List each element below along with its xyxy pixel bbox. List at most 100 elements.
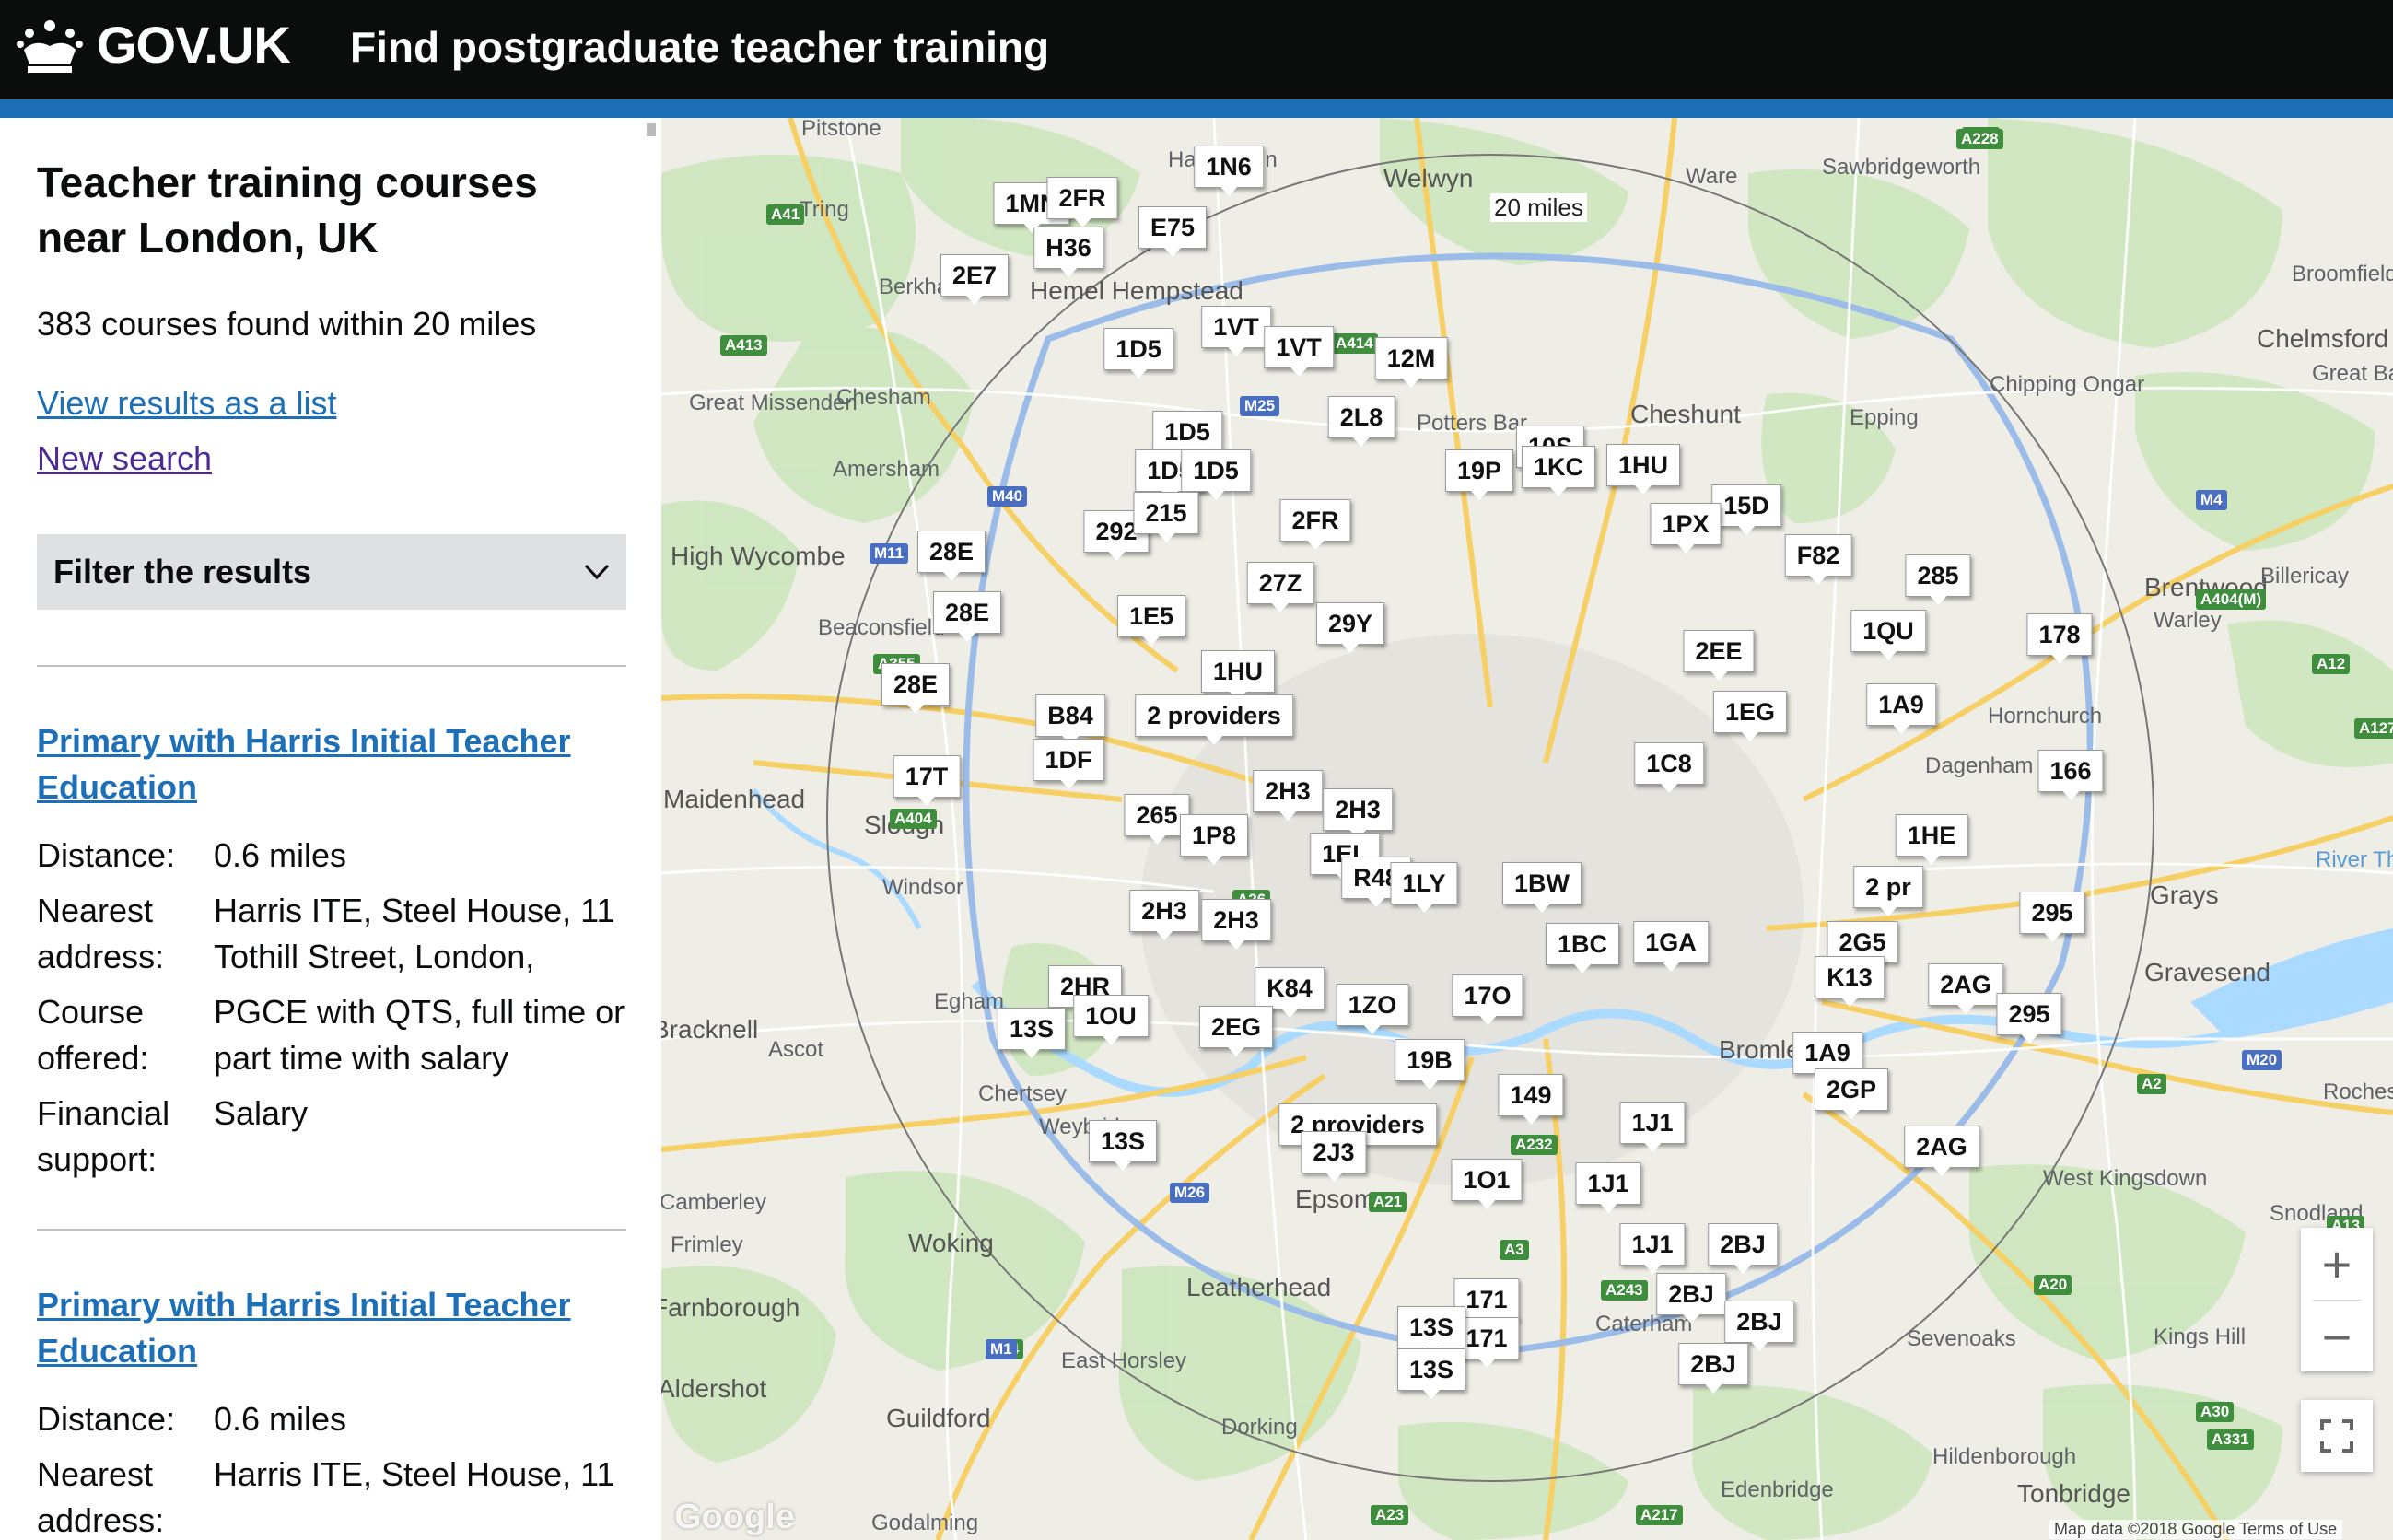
map-marker[interactable]: 2AG bbox=[1928, 963, 2003, 1014]
filter-toggle[interactable]: Filter the results bbox=[37, 534, 626, 610]
map-marker[interactable]: 1OU bbox=[1073, 995, 1149, 1045]
map-marker[interactable]: 13S bbox=[1088, 1120, 1158, 1171]
result-title-link[interactable]: Primary with Harris Initial Teacher Educ… bbox=[37, 718, 626, 811]
map-marker[interactable]: 15D bbox=[1711, 484, 1781, 535]
sidebar-scrollbar[interactable] bbox=[647, 123, 656, 136]
map-marker[interactable]: 2BJ bbox=[1656, 1273, 1726, 1324]
map-marker[interactable]: 2H3 bbox=[1201, 899, 1271, 950]
map-marker[interactable]: 2J3 bbox=[1301, 1131, 1367, 1182]
place-label: Camberley bbox=[661, 1190, 767, 1215]
map-marker[interactable]: 1J1 bbox=[1619, 1223, 1686, 1274]
map-marker[interactable]: 2AG bbox=[1904, 1126, 1979, 1176]
site-header: GOV.UK Find postgraduate teacher trainin… bbox=[0, 0, 2393, 99]
place-label: Warley bbox=[2154, 608, 2222, 633]
result-details: Distance: 0.6 miles Nearest address: Har… bbox=[37, 833, 626, 1183]
radius-label: 20 miles bbox=[1490, 193, 1587, 222]
map-marker[interactable]: 28E bbox=[881, 663, 951, 714]
map-marker[interactable]: 13S bbox=[1396, 1306, 1466, 1357]
map-marker[interactable]: 2GP bbox=[1814, 1068, 1889, 1119]
map-marker[interactable]: 1D5 bbox=[1181, 449, 1251, 500]
map-marker[interactable]: 1P8 bbox=[1179, 814, 1249, 865]
map-marker[interactable]: 1KC bbox=[1521, 446, 1596, 496]
govuk-logo[interactable]: GOV.UK bbox=[97, 15, 291, 75]
map-marker[interactable]: 2 providers bbox=[1135, 694, 1293, 745]
map-marker[interactable]: 1HU bbox=[1200, 650, 1276, 701]
zoom-out-button[interactable]: − bbox=[2301, 1301, 2373, 1372]
map-marker[interactable]: F82 bbox=[1784, 534, 1852, 585]
map-marker[interactable]: 2H3 bbox=[1323, 788, 1393, 839]
map-marker[interactable]: 29Y bbox=[1315, 602, 1385, 653]
map-marker[interactable]: 1BC bbox=[1545, 923, 1620, 974]
map-marker[interactable]: 1A9 bbox=[1866, 683, 1936, 734]
result-title-link[interactable]: Primary with Harris Initial Teacher Educ… bbox=[37, 1282, 626, 1374]
map-marker[interactable]: K13 bbox=[1815, 956, 1885, 1007]
map-marker[interactable]: 2 pr bbox=[1853, 866, 1923, 916]
detail-value: Salary bbox=[214, 1094, 309, 1132]
view-list-link[interactable]: View results as a list bbox=[37, 383, 626, 424]
map-marker[interactable]: 2BJ bbox=[1678, 1343, 1748, 1394]
map-marker[interactable]: 2E7 bbox=[940, 254, 1010, 305]
map-marker[interactable]: 1J1 bbox=[1619, 1102, 1686, 1152]
fullscreen-button[interactable] bbox=[2301, 1400, 2373, 1472]
map-marker[interactable]: 2BJ bbox=[1708, 1223, 1778, 1274]
map-marker[interactable]: 17O bbox=[1452, 974, 1523, 1025]
map-marker[interactable]: 1D5 bbox=[1103, 328, 1173, 379]
map-marker[interactable]: 12M bbox=[1374, 337, 1448, 388]
google-logo[interactable]: Google bbox=[674, 1498, 795, 1537]
map-marker[interactable]: 13S bbox=[997, 1008, 1067, 1058]
map-marker[interactable]: 28E bbox=[932, 591, 1002, 642]
map-marker[interactable]: 215 bbox=[1133, 492, 1199, 542]
map-marker[interactable]: 2EG bbox=[1198, 1006, 1274, 1056]
map-marker[interactable]: 1QU bbox=[1850, 610, 1926, 660]
map-attribution[interactable]: Map data ©2018 Google Terms of Use bbox=[2049, 1520, 2343, 1539]
map-marker[interactable]: 2EE bbox=[1683, 630, 1755, 681]
map-marker[interactable]: 178 bbox=[2026, 613, 2093, 664]
place-label: Gravesend bbox=[2144, 958, 2270, 986]
map-marker[interactable]: 1VT bbox=[1264, 326, 1334, 377]
map-marker[interactable]: E75 bbox=[1138, 206, 1208, 257]
map-marker[interactable]: 1D5 bbox=[1152, 411, 1222, 461]
results-sidebar[interactable]: Teacher training courses near London, UK… bbox=[0, 118, 661, 1540]
map-marker[interactable]: 149 bbox=[1498, 1074, 1564, 1125]
map-marker[interactable]: 2FR bbox=[1046, 177, 1118, 228]
map-marker[interactable]: 28E bbox=[916, 531, 986, 581]
map-marker[interactable]: 1O1 bbox=[1451, 1159, 1523, 1209]
map-marker[interactable]: 19P bbox=[1444, 449, 1514, 500]
map-marker[interactable]: 1PX bbox=[1650, 503, 1722, 554]
map-marker[interactable]: 1EG bbox=[1712, 691, 1788, 741]
map[interactable]: 20 miles Pitstone Harpenden Welwyn Ware … bbox=[661, 118, 2393, 1540]
map-marker[interactable]: K84 bbox=[1255, 967, 1325, 1018]
map-marker[interactable]: 1C8 bbox=[1634, 742, 1704, 793]
map-marker[interactable]: 1VT bbox=[1201, 306, 1271, 356]
map-marker[interactable]: 285 bbox=[1905, 554, 1971, 605]
map-marker[interactable]: 2L8 bbox=[1327, 396, 1395, 447]
new-search-link[interactable]: New search bbox=[37, 438, 626, 479]
map-marker[interactable]: 295 bbox=[1996, 993, 2062, 1044]
map-marker[interactable]: 1N6 bbox=[1194, 146, 1264, 196]
map-marker[interactable]: 1LY bbox=[1390, 862, 1458, 913]
map-marker[interactable]: H36 bbox=[1033, 227, 1103, 277]
map-marker[interactable]: 2H3 bbox=[1253, 770, 1323, 821]
map-marker[interactable]: B84 bbox=[1035, 694, 1105, 745]
map-marker[interactable]: 295 bbox=[2019, 892, 2085, 942]
map-marker[interactable]: 2H3 bbox=[1129, 890, 1199, 940]
map-marker[interactable]: 19B bbox=[1395, 1039, 1465, 1090]
map-marker[interactable]: 13S bbox=[1396, 1348, 1466, 1399]
map-marker[interactable]: 166 bbox=[2037, 750, 2104, 800]
map-marker[interactable]: 1BW bbox=[1502, 862, 1582, 913]
service-name[interactable]: Find postgraduate teacher training bbox=[350, 22, 1049, 72]
place-label: Great Baddow bbox=[2312, 361, 2393, 386]
map-marker[interactable]: 2BJ bbox=[1724, 1301, 1794, 1351]
map-marker[interactable]: 1HE bbox=[1895, 814, 1968, 865]
map-marker[interactable]: 1DF bbox=[1033, 739, 1104, 789]
map-marker[interactable]: 1HU bbox=[1605, 444, 1681, 495]
zoom-in-button[interactable]: + bbox=[2301, 1228, 2373, 1300]
map-marker[interactable]: 27Z bbox=[1246, 562, 1314, 612]
map-marker[interactable]: 1GA bbox=[1633, 921, 1709, 972]
map-marker[interactable]: 1E5 bbox=[1116, 595, 1186, 646]
map-marker[interactable]: 2FR bbox=[1279, 499, 1351, 550]
map-marker[interactable]: 17T bbox=[893, 755, 961, 806]
map-marker[interactable]: 1J1 bbox=[1575, 1162, 1641, 1213]
place-label: Guildford bbox=[886, 1404, 991, 1432]
map-marker[interactable]: 1ZO bbox=[1336, 984, 1409, 1034]
